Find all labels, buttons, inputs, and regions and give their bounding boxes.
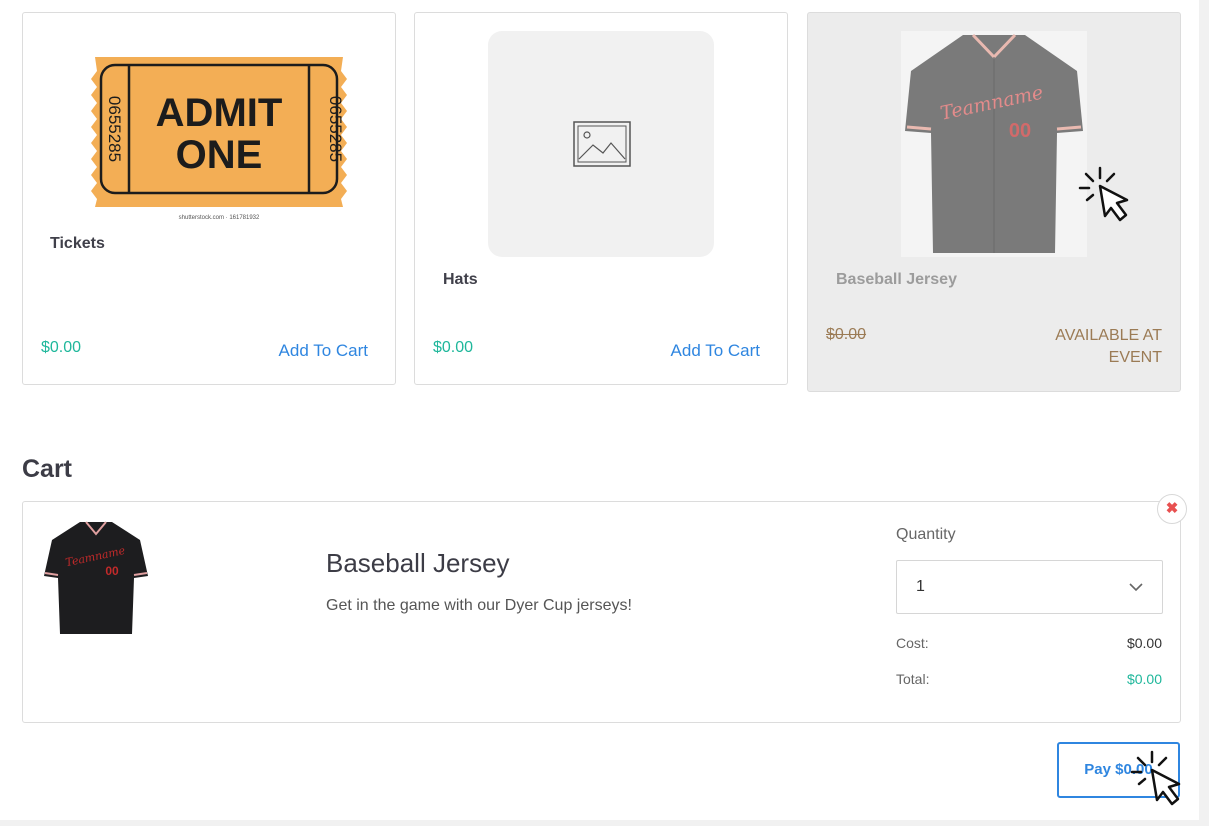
cart-item-title: Baseball Jersey xyxy=(326,548,510,578)
product-name: Hats xyxy=(443,271,478,288)
quantity-select[interactable]: 1 xyxy=(896,560,1163,614)
page: ADMIT ONE 0655285 0655285 shutterstock.c… xyxy=(0,0,1199,820)
pay-button[interactable]: Pay $0.00 xyxy=(1057,742,1180,798)
quantity-value: 1 xyxy=(916,578,925,595)
jersey-image: Teamname 00 xyxy=(901,31,1087,257)
svg-text:00: 00 xyxy=(1009,120,1031,142)
product-card-baseball-jersey: Teamname 00 Baseball Jersey $0.00 AVAILA… xyxy=(807,12,1181,392)
image-placeholder xyxy=(488,31,714,257)
product-name: Tickets xyxy=(50,235,105,252)
cart-item: Teamname 00 Baseball Jersey Get in the g… xyxy=(22,501,1181,723)
ticket-image: ADMIT ONE 0655285 0655285 shutterstock.c… xyxy=(91,57,347,221)
svg-text:ONE: ONE xyxy=(176,133,263,177)
cart-item-image: Teamname 00 xyxy=(40,520,152,634)
svg-text:0655285: 0655285 xyxy=(326,96,345,162)
add-to-cart-button[interactable]: Add To Cart xyxy=(620,341,760,361)
image-placeholder-icon xyxy=(573,121,631,167)
total-value: $0.00 xyxy=(1126,671,1162,687)
quantity-label: Quantity xyxy=(896,526,956,543)
product-price: $0.00 xyxy=(433,339,474,356)
cost-value: $0.00 xyxy=(1126,635,1162,651)
total-label: Total: xyxy=(896,671,930,687)
product-price-strikethrough: $0.00 xyxy=(826,326,867,343)
svg-text:0655285: 0655285 xyxy=(105,96,124,162)
close-icon: ✖ xyxy=(1165,500,1179,517)
add-to-cart-button[interactable]: Add To Cart xyxy=(228,341,368,361)
product-card-hats: Hats $0.00 Add To Cart xyxy=(414,12,788,385)
cost-label: Cost: xyxy=(896,635,929,651)
product-price: $0.00 xyxy=(41,339,82,356)
cart-item-description: Get in the game with our Dyer Cup jersey… xyxy=(326,597,632,614)
svg-text:shutterstock.com · 161781932: shutterstock.com · 161781932 xyxy=(179,215,260,221)
product-card-tickets: ADMIT ONE 0655285 0655285 shutterstock.c… xyxy=(22,12,396,385)
remove-item-button[interactable]: ✖ xyxy=(1157,494,1187,524)
cart-heading: Cart xyxy=(22,455,73,483)
svg-text:00: 00 xyxy=(105,564,119,578)
chevron-down-icon xyxy=(1129,583,1143,592)
availability-status: AVAILABLE AT EVENT xyxy=(1055,327,1162,366)
svg-text:ADMIT: ADMIT xyxy=(156,91,283,135)
product-name: Baseball Jersey xyxy=(836,271,957,288)
